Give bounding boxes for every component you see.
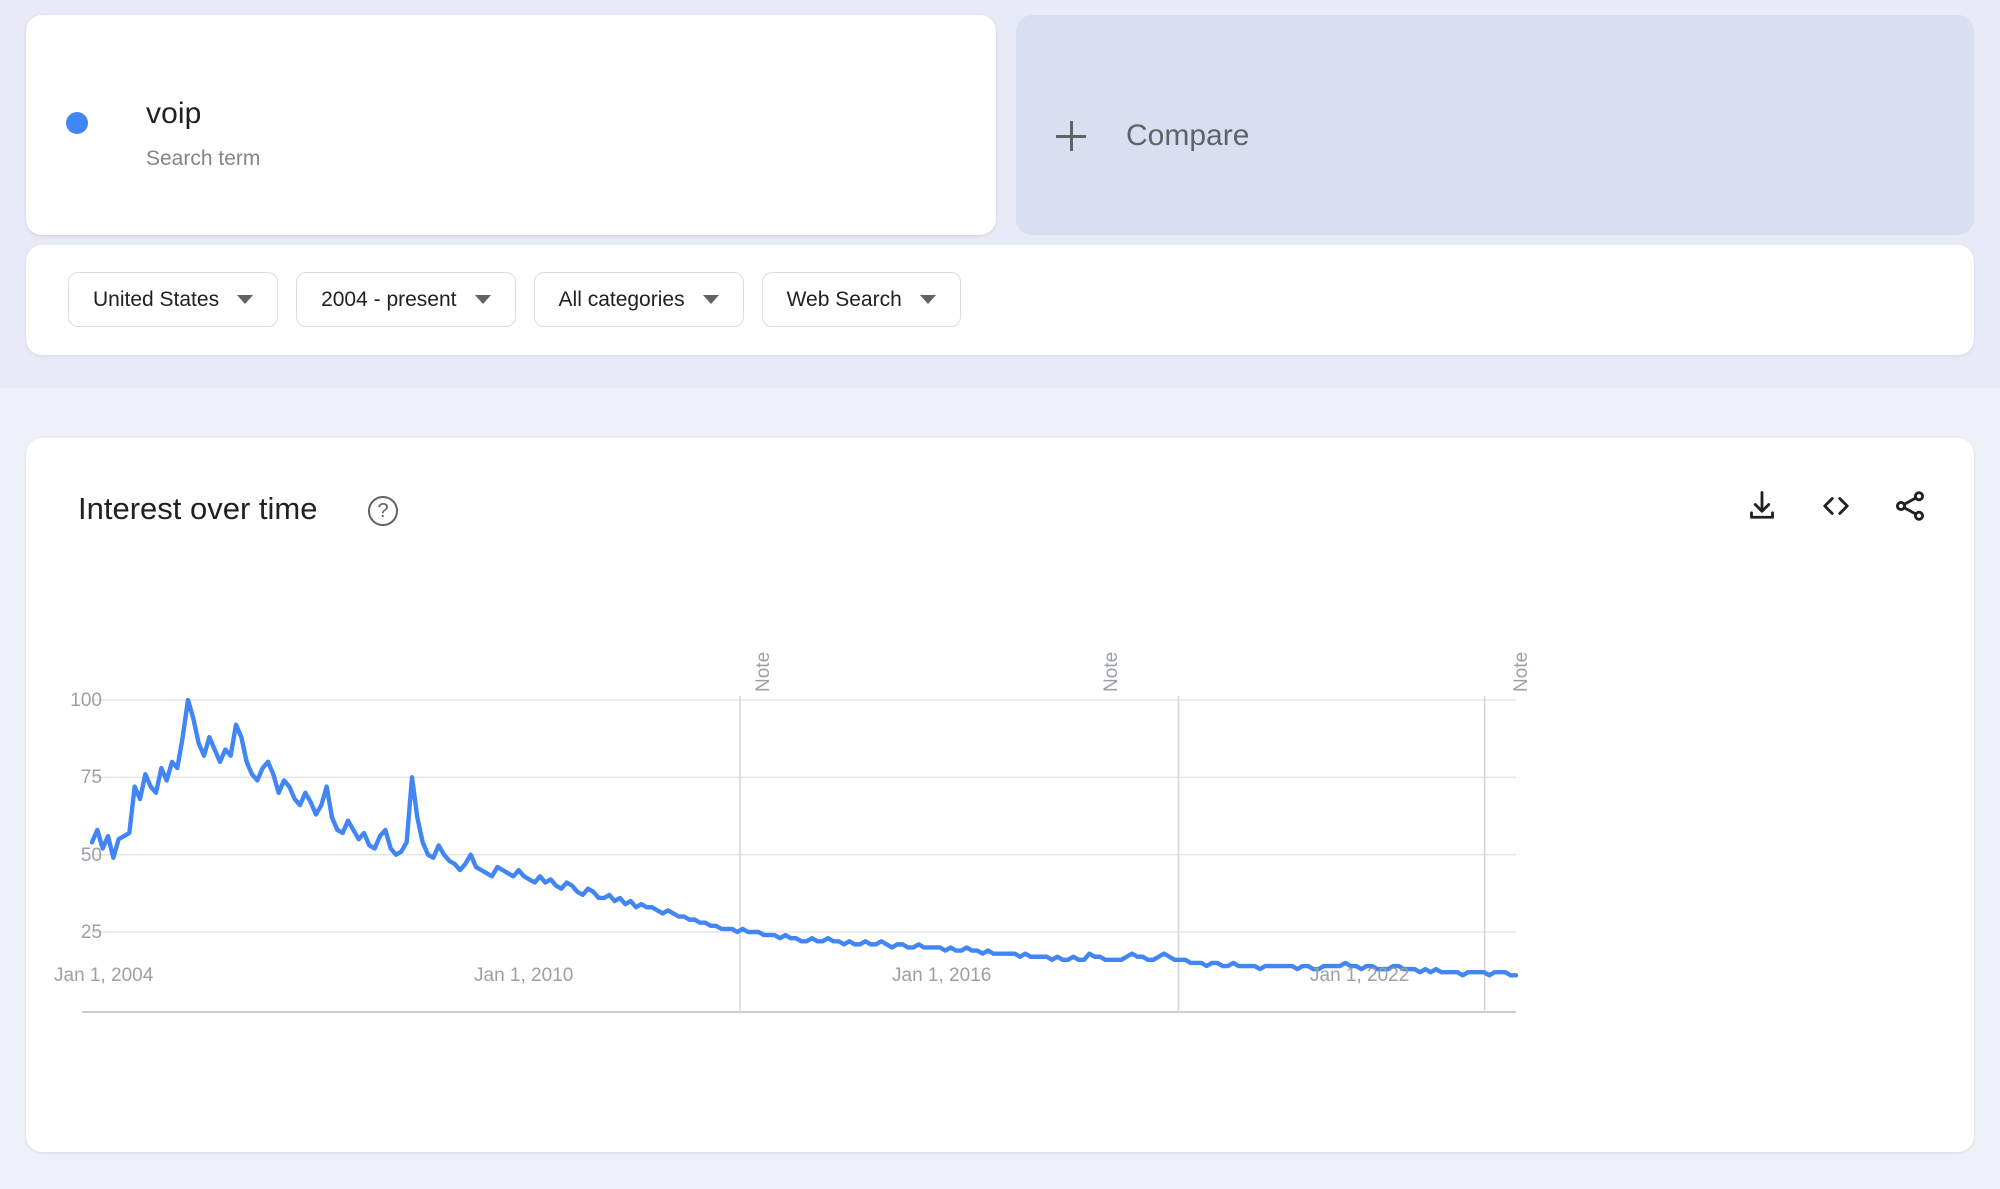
y-tick-label: 25 <box>80 922 102 943</box>
note-annotation[interactable]: Note <box>753 652 775 692</box>
filters-card: United States 2004 - present All categor… <box>26 245 1974 355</box>
filter-location-label: United States <box>93 287 220 311</box>
interest-over-time-card: Interest over time ? 100 75 50 25 Jan 1,… <box>26 438 1974 1152</box>
chart-plot-area <box>26 438 1974 1152</box>
y-tick-label: 75 <box>80 767 102 788</box>
chevron-down-icon <box>474 295 491 304</box>
filter-time-range[interactable]: 2004 - present <box>296 272 516 327</box>
x-tick-label: Jan 1, 2022 <box>1310 965 1410 986</box>
filter-location[interactable]: United States <box>68 272 279 327</box>
x-tick-label: Jan 1, 2004 <box>54 965 154 986</box>
search-term-label: voip <box>146 97 202 130</box>
interest-over-time-chart[interactable] <box>26 438 1974 1152</box>
filter-category[interactable]: All categories <box>533 272 744 327</box>
query-row: voip Search term Compare <box>26 15 1974 235</box>
x-tick-label: Jan 1, 2010 <box>474 965 574 986</box>
y-tick-label: 100 <box>70 690 102 711</box>
x-tick-label: Jan 1, 2016 <box>892 965 992 986</box>
chevron-down-icon <box>237 295 254 304</box>
filters-row: United States 2004 - present All categor… <box>68 272 961 327</box>
note-annotation[interactable]: Note <box>1511 652 1533 692</box>
filter-search-type-label: Web Search <box>786 287 902 311</box>
chevron-down-icon <box>702 295 719 304</box>
compare-label: Compare <box>1126 119 1250 152</box>
plus-icon <box>1056 121 1086 151</box>
search-term-type: Search term <box>146 147 261 170</box>
series-color-dot <box>66 112 88 134</box>
note-annotation[interactable]: Note <box>1101 652 1123 692</box>
filter-category-label: All categories <box>558 287 685 311</box>
filter-search-type[interactable]: Web Search <box>761 272 961 327</box>
y-tick-label: 50 <box>80 845 102 866</box>
search-term-card[interactable]: voip Search term <box>26 15 996 235</box>
compare-button[interactable]: Compare <box>1016 15 1974 235</box>
google-trends-page: voip Search term Compare United States 2… <box>0 0 2000 1189</box>
filter-time-range-label: 2004 - present <box>321 287 457 311</box>
chevron-down-icon <box>919 295 936 304</box>
